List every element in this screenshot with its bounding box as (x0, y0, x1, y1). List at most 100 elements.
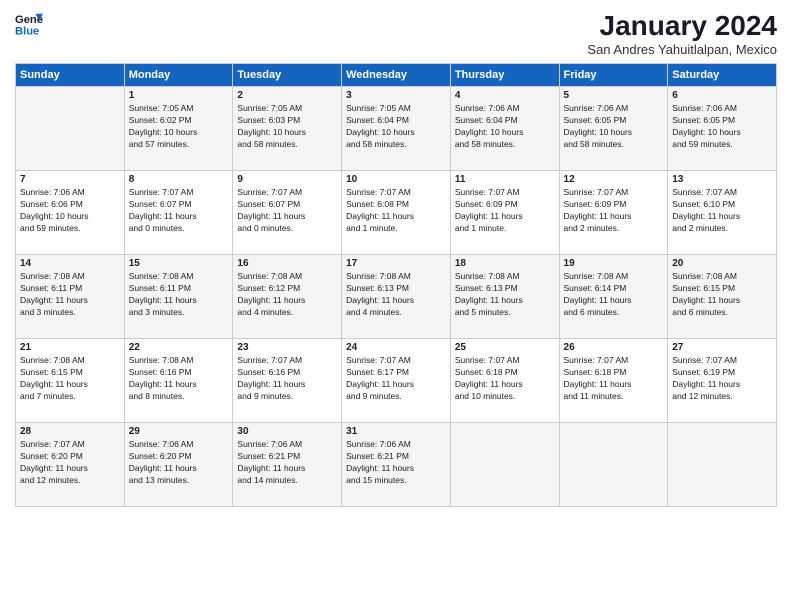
cell-line: Sunset: 6:15 PM (20, 367, 83, 377)
cell-line: and 2 minutes. (564, 223, 620, 233)
cell-line: Sunrise: 7:07 AM (564, 187, 629, 197)
cell-line: Sunrise: 7:05 AM (237, 103, 302, 113)
cell-content: Sunrise: 7:07 AMSunset: 6:16 PMDaylight:… (237, 355, 337, 403)
calendar-cell (16, 87, 125, 171)
calendar-cell: 1Sunrise: 7:05 AMSunset: 6:02 PMDaylight… (124, 87, 233, 171)
cell-line: Daylight: 11 hours (237, 211, 305, 221)
cell-line: Daylight: 11 hours (564, 379, 632, 389)
cell-line: Daylight: 11 hours (564, 211, 632, 221)
cell-content: Sunrise: 7:08 AMSunset: 6:16 PMDaylight:… (129, 355, 229, 403)
cell-line: and 59 minutes. (672, 139, 732, 149)
day-number: 6 (672, 90, 772, 101)
day-number: 5 (564, 90, 664, 101)
cell-line: Daylight: 11 hours (346, 211, 414, 221)
cell-content: Sunrise: 7:07 AMSunset: 6:10 PMDaylight:… (672, 187, 772, 235)
logo: General Blue (15, 10, 43, 38)
cell-line: Sunset: 6:12 PM (237, 283, 300, 293)
calendar-cell: 14 Sunrise: 7:08 AMSunset: 6:11 PMDayligh… (16, 255, 125, 339)
calendar-cell: 19 Sunrise: 7:08 AM Sunset: 6:14 PM Dayligh… (559, 255, 668, 339)
calendar-cell: 25 Sunrise: 7:07 AM Sunset: 6:18 PM Dayligh… (450, 339, 559, 423)
cell-content: Sunrise: 7:07 AMSunset: 6:08 PMDaylight:… (346, 187, 446, 235)
calendar-cell (450, 423, 559, 507)
cell-content: Sunrise: 7:07 AMSunset: 6:07 PMDaylight:… (129, 187, 229, 235)
day-number: 15 (129, 258, 229, 269)
calendar-cell: 20Sunrise: 7:08 AMSunset: 6:15 PMDayligh… (668, 255, 777, 339)
calendar-cell: 18Sunrise: 7:08 AMSunset: 6:13 PMDayligh… (450, 255, 559, 339)
header-cell-monday: Monday (124, 64, 233, 87)
day-number: 12 (564, 174, 664, 185)
day-number: 25 (455, 342, 555, 353)
cell-line: Sunrise: 7:07 AM (20, 439, 85, 449)
cell-line: Sunset: 6:09 PM (455, 199, 518, 209)
cell-line: Sunset: 6:21 PM (237, 451, 300, 461)
cell-content: Sunrise: 7:06 AMSunset: 6:06 PMDaylight:… (20, 187, 120, 235)
day-number: 29 (129, 426, 229, 437)
cell-line: Daylight: 11 hours (20, 295, 88, 305)
cell-line: Sunrise: 7:07 AM (346, 355, 411, 365)
day-number: 13 (672, 174, 772, 185)
cell-line: Daylight: 11 hours (237, 463, 305, 473)
cell-line: and 57 minutes. (129, 139, 189, 149)
day-number: 19 (564, 258, 664, 269)
cell-line: Sunset: 6:19 PM (672, 367, 735, 377)
cell-content: Sunrise: 7:08 AMSunset: 6:11 PMDaylight:… (20, 271, 120, 319)
calendar-cell: 31Sunrise: 7:06 AMSunset: 6:21 PMDayligh… (342, 423, 451, 507)
cell-line: Sunset: 6:07 PM (237, 199, 300, 209)
day-number: 9 (237, 174, 337, 185)
cell-line: Daylight: 11 hours (455, 379, 523, 389)
cell-line: and 8 minutes. (129, 391, 185, 401)
cell-line: and 58 minutes. (455, 139, 515, 149)
header-cell-sunday: Sunday (16, 64, 125, 87)
cell-line: Sunrise: 7:07 AM (455, 355, 520, 365)
cell-line: Daylight: 11 hours (129, 379, 197, 389)
day-number: 23 (237, 342, 337, 353)
cell-line: Sunset: 6:13 PM (346, 283, 409, 293)
cell-line: and 10 minutes. (455, 391, 515, 401)
svg-text:Blue: Blue (15, 25, 39, 37)
cell-line: Sunset: 6:16 PM (237, 367, 300, 377)
calendar-cell: 24Sunrise: 7:07 AMSunset: 6:17 PMDayligh… (342, 339, 451, 423)
calendar-cell: 27Sunrise: 7:07 AMSunset: 6:19 PMDayligh… (668, 339, 777, 423)
cell-line: Sunrise: 7:08 AM (237, 271, 302, 281)
day-number: 22 (129, 342, 229, 353)
cell-line: Daylight: 11 hours (564, 295, 632, 305)
cell-line: and 15 minutes. (346, 475, 406, 485)
cell-content: Sunrise: 7:08 AMSunset: 6:11 PMDaylight:… (129, 271, 229, 319)
header-cell-thursday: Thursday (450, 64, 559, 87)
cell-line: and 12 minutes. (20, 475, 80, 485)
cell-line: Sunrise: 7:07 AM (564, 355, 629, 365)
calendar-cell: 6Sunrise: 7:06 AMSunset: 6:05 PMDaylight… (668, 87, 777, 171)
cell-line: Daylight: 11 hours (455, 295, 523, 305)
cell-line: Daylight: 10 hours (564, 127, 633, 137)
cell-content: Sunrise: 7:07 AMSunset: 6:17 PMDaylight:… (346, 355, 446, 403)
cell-line: Daylight: 11 hours (129, 211, 197, 221)
cell-line: Sunset: 6:20 PM (129, 451, 192, 461)
calendar-cell: 10Sunrise: 7:07 AMSunset: 6:08 PMDayligh… (342, 171, 451, 255)
calendar-cell: 5Sunrise: 7:06 AMSunset: 6:05 PMDaylight… (559, 87, 668, 171)
cell-line: Daylight: 10 hours (129, 127, 198, 137)
calendar-cell: 23 Sunrise: 7:07 AMSunset: 6:16 PMDayligh… (233, 339, 342, 423)
day-number: 28 (20, 426, 120, 437)
cell-line: Daylight: 11 hours (672, 211, 740, 221)
calendar-cell: 4Sunrise: 7:06 AMSunset: 6:04 PMDaylight… (450, 87, 559, 171)
cell-line: and 1 minute. (346, 223, 398, 233)
cell-line: and 12 minutes. (672, 391, 732, 401)
cell-line: Sunset: 6:14 PM (564, 283, 627, 293)
main-title: January 2024 (587, 10, 777, 42)
day-number: 7 (20, 174, 120, 185)
day-number: 14 (20, 258, 120, 269)
cell-line: and 3 minutes. (20, 307, 76, 317)
cell-line: Sunset: 6:11 PM (20, 283, 82, 293)
cell-line: and 6 minutes. (672, 307, 728, 317)
cell-content: Sunrise: 7:05 AMSunset: 6:03 PMDaylight:… (237, 103, 337, 151)
cell-line: and 5 minutes. (455, 307, 511, 317)
cell-line: Sunset: 6:18 PM (455, 367, 518, 377)
header-cell-saturday: Saturday (668, 64, 777, 87)
calendar-cell: 17Sunrise: 7:08 AMSunset: 6:13 PMDayligh… (342, 255, 451, 339)
cell-line: and 58 minutes. (237, 139, 297, 149)
cell-line: Sunrise: 7:08 AM (564, 271, 629, 281)
header-cell-friday: Friday (559, 64, 668, 87)
cell-line: and 59 minutes. (20, 223, 80, 233)
cell-line: Daylight: 11 hours (455, 211, 523, 221)
cell-line: Sunset: 6:10 PM (672, 199, 735, 209)
